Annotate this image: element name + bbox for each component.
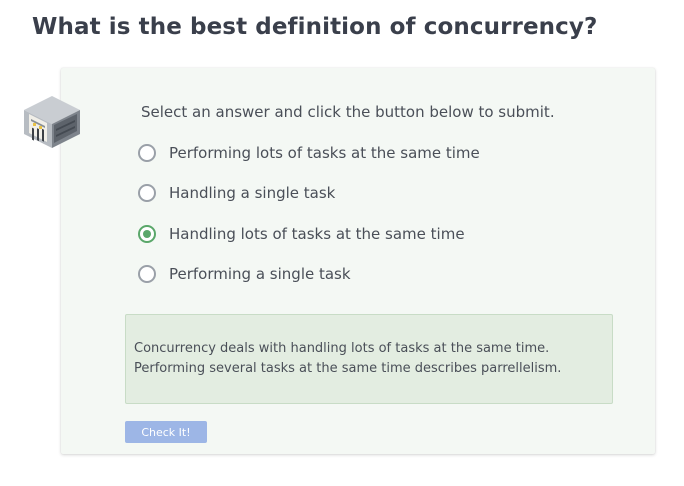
answer-option[interactable]: Handling lots of tasks at the same time	[138, 223, 465, 245]
quiz-page: What is the best definition of concurren…	[0, 0, 684, 486]
answer-label: Handling lots of tasks at the same time	[169, 225, 465, 243]
answer-label: Performing lots of tasks at the same tim…	[169, 144, 480, 162]
answer-option[interactable]: Performing lots of tasks at the same tim…	[138, 142, 480, 164]
radio-button[interactable]	[138, 184, 156, 202]
assembly-line-icon	[21, 95, 83, 149]
feedback-line: Performing several tasks at the same tim…	[134, 361, 562, 376]
radio-button[interactable]	[138, 144, 156, 162]
answer-option[interactable]: Performing a single task	[138, 263, 351, 285]
feedback-line: Concurrency deals with handling lots of …	[134, 341, 550, 356]
feedback-box: Concurrency deals with handling lots of …	[125, 314, 613, 404]
radio-button[interactable]	[138, 265, 156, 283]
answer-label: Performing a single task	[169, 265, 351, 283]
radio-button-selected[interactable]	[138, 225, 156, 243]
answer-option[interactable]: Handling a single task	[138, 182, 335, 204]
answer-label: Handling a single task	[169, 184, 336, 202]
question-title: What is the best definition of concurren…	[32, 14, 598, 40]
check-it-button[interactable]: Check It!	[125, 421, 207, 443]
instructions-text: Select an answer and click the button be…	[141, 103, 555, 121]
